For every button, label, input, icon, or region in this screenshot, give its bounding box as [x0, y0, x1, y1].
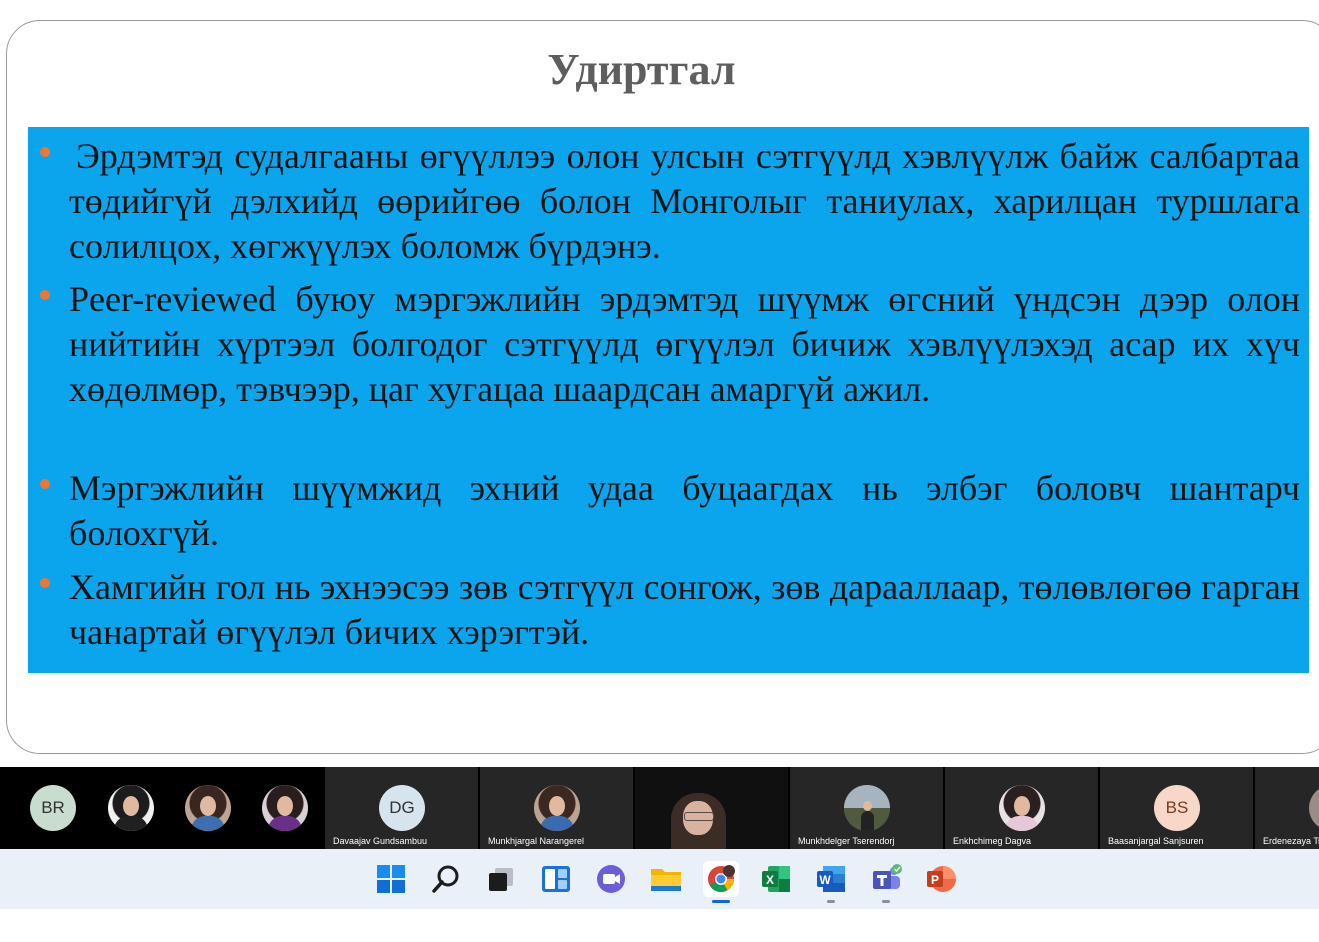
excel-letter: X [766, 873, 774, 887]
bullet-item: Эрдэмтэд судалгааны өгүүллээ олон улсын … [40, 134, 1300, 269]
participant-strip: BR DG Davaajav Gundsambuu Munkhjargal Na… [0, 767, 1319, 849]
running-app-indicator [827, 900, 835, 903]
participant-name: Munkhdelger Tserendorj [798, 836, 895, 846]
search-icon[interactable] [428, 861, 464, 897]
bullet-item: Peer-reviewed буюу мэргэжлийн эрдэмтэд ш… [40, 277, 1300, 412]
avatar [108, 785, 154, 831]
bullet-item: Хамгийн гол нь эхнээсээ зөв сэтгүүл сонг… [40, 565, 1300, 655]
bullet-icon [40, 578, 50, 588]
participant-name: Erdenezaya Ts [1263, 836, 1319, 846]
bullet-icon [40, 147, 50, 157]
file-explorer-icon[interactable] [648, 861, 684, 897]
powerpoint-icon[interactable]: P [923, 861, 959, 897]
avatar [844, 785, 890, 831]
participant-tile[interactable]: Munkhjargal Narangerel [480, 767, 633, 849]
avatar [262, 785, 308, 831]
participant-tile[interactable]: BS Baasanjargal Sanjsuren [1100, 767, 1253, 849]
windows-taskbar: X W P [0, 849, 1319, 909]
participant-name: Munkhjargal Narangerel [488, 836, 585, 846]
avatar [1309, 785, 1319, 831]
active-speaker-tile[interactable] [635, 767, 788, 849]
participant-name: Baasanjargal Sanjsuren [1108, 836, 1204, 846]
bullet-icon [40, 290, 50, 300]
participant-tile[interactable]: Munkhdelger Tserendorj [790, 767, 943, 849]
teams-icon[interactable] [868, 861, 904, 897]
participant-name: Enkhchimeg Dagva [953, 836, 1032, 846]
widgets-icon[interactable] [538, 861, 574, 897]
bottom-margin [0, 909, 1319, 942]
powerpoint-letter: P [931, 873, 939, 887]
windows-start-icon[interactable] [373, 861, 409, 897]
bullet-text: Peer-reviewed буюу мэргэжлийн эрдэмтэд ш… [69, 279, 1300, 409]
slide-title: Удиртгал [547, 45, 736, 94]
participant-tile[interactable]: BR [0, 767, 77, 849]
participant-tile[interactable] [231, 767, 308, 849]
active-app-indicator [712, 900, 730, 903]
word-icon[interactable]: W [813, 861, 849, 897]
bullet-text: Эрдэмтэд судалгааны өгүүллээ олон улсын … [69, 136, 1300, 266]
participant-tile[interactable]: Erdenezaya Ts [1255, 767, 1319, 849]
participant-name: Davaajav Gundsambuu [333, 836, 428, 846]
task-view-icon[interactable] [483, 861, 519, 897]
avatar [999, 785, 1045, 831]
running-app-indicator [882, 900, 890, 903]
chrome-icon[interactable] [703, 861, 739, 897]
avatar [185, 785, 231, 831]
speaker-video [635, 767, 788, 849]
avatar: BS [1154, 785, 1200, 831]
excel-icon[interactable]: X [758, 861, 794, 897]
participant-tile[interactable] [154, 767, 231, 849]
chat-icon[interactable] [593, 861, 629, 897]
bullet-icon [40, 479, 50, 489]
shared-slide: Удиртгал Эрдэмтэд судалгааны өгүүллээ ол… [0, 0, 1319, 765]
avatar: DG [379, 785, 425, 831]
bullet-text: Мэргэжлийн шүүмжид эхний удаа буцаагдах … [69, 468, 1300, 553]
avatar: BR [30, 785, 76, 831]
bullet-item: Мэргэжлийн шүүмжид эхний удаа буцаагдах … [40, 466, 1300, 556]
participant-tile[interactable]: Enkhchimeg Dagva [945, 767, 1098, 849]
participant-tile[interactable] [77, 767, 154, 849]
avatar [534, 785, 580, 831]
participant-tile[interactable]: DG Davaajav Gundsambuu [325, 767, 478, 849]
word-letter: W [819, 873, 831, 887]
bullet-text: Хамгийн гол нь эхнээсээ зөв сэтгүүл сонг… [69, 567, 1300, 652]
